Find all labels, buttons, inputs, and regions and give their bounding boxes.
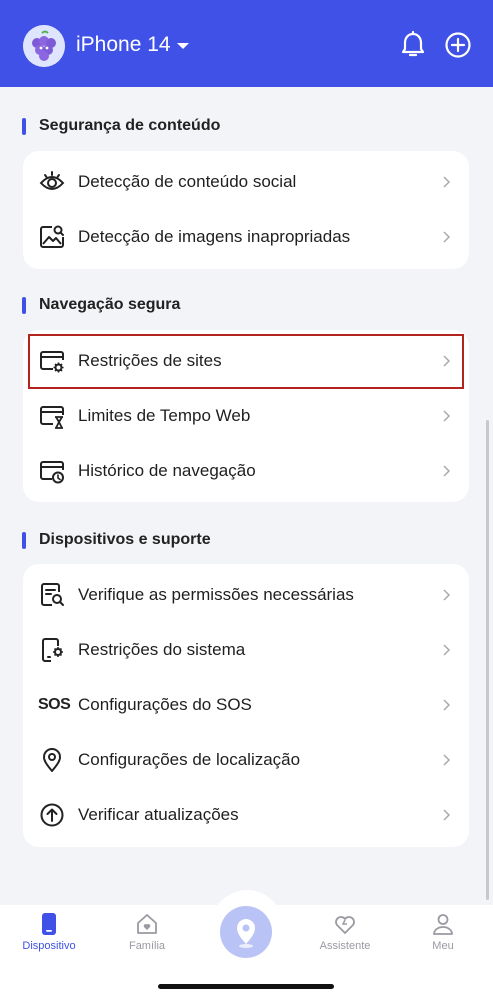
location-pin-icon	[237, 919, 255, 948]
list-item-web-time-limits[interactable]: Limites de Tempo Web	[23, 389, 469, 444]
sos-icon: SOS	[38, 696, 71, 713]
bell-icon[interactable]	[398, 30, 428, 60]
item-label: Verificar atualizações	[78, 805, 239, 824]
permissions-search-icon	[41, 583, 64, 606]
chevron-right-icon	[443, 589, 451, 601]
grape-mascot-icon	[23, 25, 65, 67]
tab-family[interactable]: Família	[107, 912, 187, 952]
item-label: Configurações do SOS	[78, 695, 252, 714]
add-circle-icon[interactable]	[443, 30, 473, 60]
image-scan-icon	[40, 225, 64, 248]
safe-browsing-card: Restrições de sites Limites de Tempo Web…	[23, 330, 469, 502]
content-safety-card: Detecção de conteúdo social Detecção de …	[23, 151, 469, 269]
item-label: Restrições do sistema	[78, 640, 246, 659]
item-label: Limites de Tempo Web	[78, 406, 251, 425]
item-label: Configurações de localização	[78, 750, 301, 769]
browser-hourglass-icon	[40, 406, 64, 429]
tab-assistant[interactable]: Assistente	[305, 912, 385, 952]
phone-icon	[42, 913, 56, 935]
tab-label: Meu	[432, 940, 454, 952]
browser-clock-icon	[40, 461, 64, 484]
tab-me[interactable]: Meu	[403, 912, 483, 952]
tab-label: Família	[128, 940, 166, 952]
tab-label: Dispositivo	[22, 940, 76, 952]
chevron-right-icon	[443, 644, 451, 656]
phone-gear-icon	[42, 638, 63, 662]
tab-device[interactable]: Dispositivo	[9, 912, 89, 952]
chevron-right-icon	[443, 231, 451, 243]
device-selector[interactable]: iPhone 14	[76, 33, 171, 57]
item-label: Verifique as permissões necessárias	[78, 585, 354, 604]
scrollbar[interactable]	[486, 420, 489, 900]
chevron-right-icon	[443, 355, 451, 367]
heart-icon	[335, 916, 355, 934]
list-item-sos-settings[interactable]: SOS Configurações do SOS	[23, 678, 469, 733]
list-item-site-restrictions[interactable]: Restrições de sites	[28, 334, 464, 389]
upload-circle-icon	[40, 803, 64, 827]
section-title-devices-support: Dispositivos e suporte	[22, 531, 211, 549]
list-item-permissions[interactable]: Verifique as permissões necessárias	[23, 568, 469, 623]
item-label: Histórico de navegação	[78, 461, 256, 480]
app-header: iPhone 14	[0, 0, 493, 87]
item-label: Restrições de sites	[78, 351, 222, 370]
browser-gear-icon	[40, 351, 64, 373]
chevron-right-icon	[443, 754, 451, 766]
chevron-right-icon	[443, 699, 451, 711]
tab-label: Assistente	[319, 940, 371, 952]
chevron-right-icon	[443, 465, 451, 477]
list-item-check-updates[interactable]: Verificar atualizações	[23, 788, 469, 843]
chevron-down-icon[interactable]	[177, 43, 189, 49]
chevron-right-icon	[443, 809, 451, 821]
avatar[interactable]	[23, 25, 65, 67]
location-pin-icon	[43, 748, 61, 772]
location-center-button[interactable]	[220, 906, 272, 958]
chevron-right-icon	[443, 410, 451, 422]
list-item-browsing-history[interactable]: Histórico de navegação	[23, 444, 469, 499]
item-label: Detecção de conteúdo social	[78, 172, 297, 191]
eye-icon	[39, 171, 65, 190]
chevron-right-icon	[443, 176, 451, 188]
home-indicator[interactable]	[158, 984, 334, 989]
list-item-location-settings[interactable]: Configurações de localização	[23, 733, 469, 788]
section-title-content-safety: Segurança de conteúdo	[22, 117, 220, 135]
section-title-safe-browsing: Navegação segura	[22, 296, 180, 314]
list-item-inappropriate-images[interactable]: Detecção de imagens inapropriadas	[23, 210, 469, 265]
person-icon	[433, 914, 453, 935]
devices-support-card: Verifique as permissões necessárias Rest…	[23, 564, 469, 847]
house-heart-icon	[137, 914, 157, 934]
item-label: Detecção de imagens inapropriadas	[78, 227, 351, 246]
list-item-social-content[interactable]: Detecção de conteúdo social	[23, 155, 469, 210]
list-item-system-restrictions[interactable]: Restrições do sistema	[23, 623, 469, 678]
